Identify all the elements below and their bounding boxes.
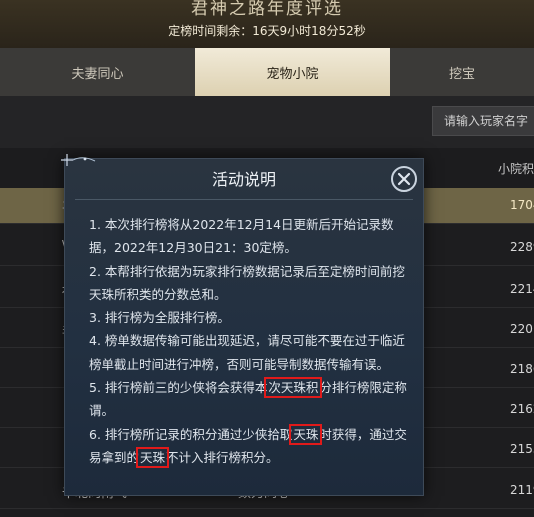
rule-text: 不计入排行榜积分。 [166,449,279,465]
sparkle-decoration-icon [61,154,96,166]
rule-item: 6. 排行榜所记录的积分通过少侠拾取天珠时获得，通过交易拿到的天珠不计入排行榜积… [89,423,409,470]
rule-text: 3. 排行榜为全服排行榜。 [89,310,230,326]
highlighted-keyword: 天珠 [136,446,170,468]
event-title: 君神之路年度评选 [191,0,343,19]
tab-pet-yard[interactable]: 宠物小院 [195,48,390,96]
rule-text: 1. 本次排行榜将从2022年12月14日更新后开始记录数据，2022年12月3… [89,217,394,256]
close-button[interactable] [391,166,417,192]
event-header: 君神之路年度评选 定榜时间剩余：16天9小时18分52秒 [0,0,534,48]
row-score: 2201 [510,322,534,336]
modal-divider [75,199,413,200]
highlighted-keyword: 次天珠积 [264,377,323,399]
rule-item: 3. 排行榜为全服排行榜。 [89,306,409,329]
activity-rules-modal: 活动说明 1. 本次排行榜将从2022年12月14日更新后开始记录数据，2022… [61,154,424,496]
rule-text: 6. 排行榜所记录的积分通过少侠拾取 [89,426,293,442]
rule-item: 5. 排行榜前三的少侠将会获得本次天珠积分排行榜限定称谓。 [89,376,409,423]
row-score: 2186 [510,362,534,376]
rule-item: 2. 本帮排行依据为玩家排行榜数据记录后至定榜时间前挖天珠所积类的分数总和。 [89,260,409,307]
row-score: 2162 [510,402,534,416]
close-icon [397,172,411,186]
tab-couple[interactable]: 夫妻同心 [0,48,195,96]
row-score: 1704 [510,198,534,212]
row-score: 2289 [510,240,534,254]
rule-text: 5. 排行榜前三的少侠将会获得本 [89,380,268,396]
tab-treasure-dig[interactable]: 挖宝 [390,48,534,96]
rule-text: 2. 本帮排行依据为玩家排行榜数据记录后至定榜时间前挖天珠所积类的分数总和。 [89,263,405,302]
player-search-input[interactable] [432,106,534,136]
rule-text: 4. 榜单数据传输可能出现延迟，请尽可能不要在过于临近榜单截止时间进行冲榜，否则… [89,333,405,372]
category-tabs: 夫妻同心 宠物小院 挖宝 [0,48,534,96]
rule-item: 1. 本次排行榜将从2022年12月14日更新后开始记录数据，2022年12月3… [89,213,409,260]
row-score: 2155 [510,442,534,456]
rules-list: 1. 本次排行榜将从2022年12月14日更新后开始记录数据，2022年12月3… [89,213,409,469]
highlighted-keyword: 天珠 [289,423,323,445]
row-score: 2214 [510,282,534,296]
search-bar [0,96,534,148]
countdown-text: 定榜时间剩余：16天9小时18分52秒 [168,24,366,38]
modal-title: 活动说明 [211,170,276,189]
score-column-header: 小院积 [498,162,534,176]
row-score: 2119 [510,483,534,497]
rule-item: 4. 榜单数据传输可能出现延迟，请尽可能不要在过于临近榜单截止时间进行冲榜，否则… [89,329,409,376]
